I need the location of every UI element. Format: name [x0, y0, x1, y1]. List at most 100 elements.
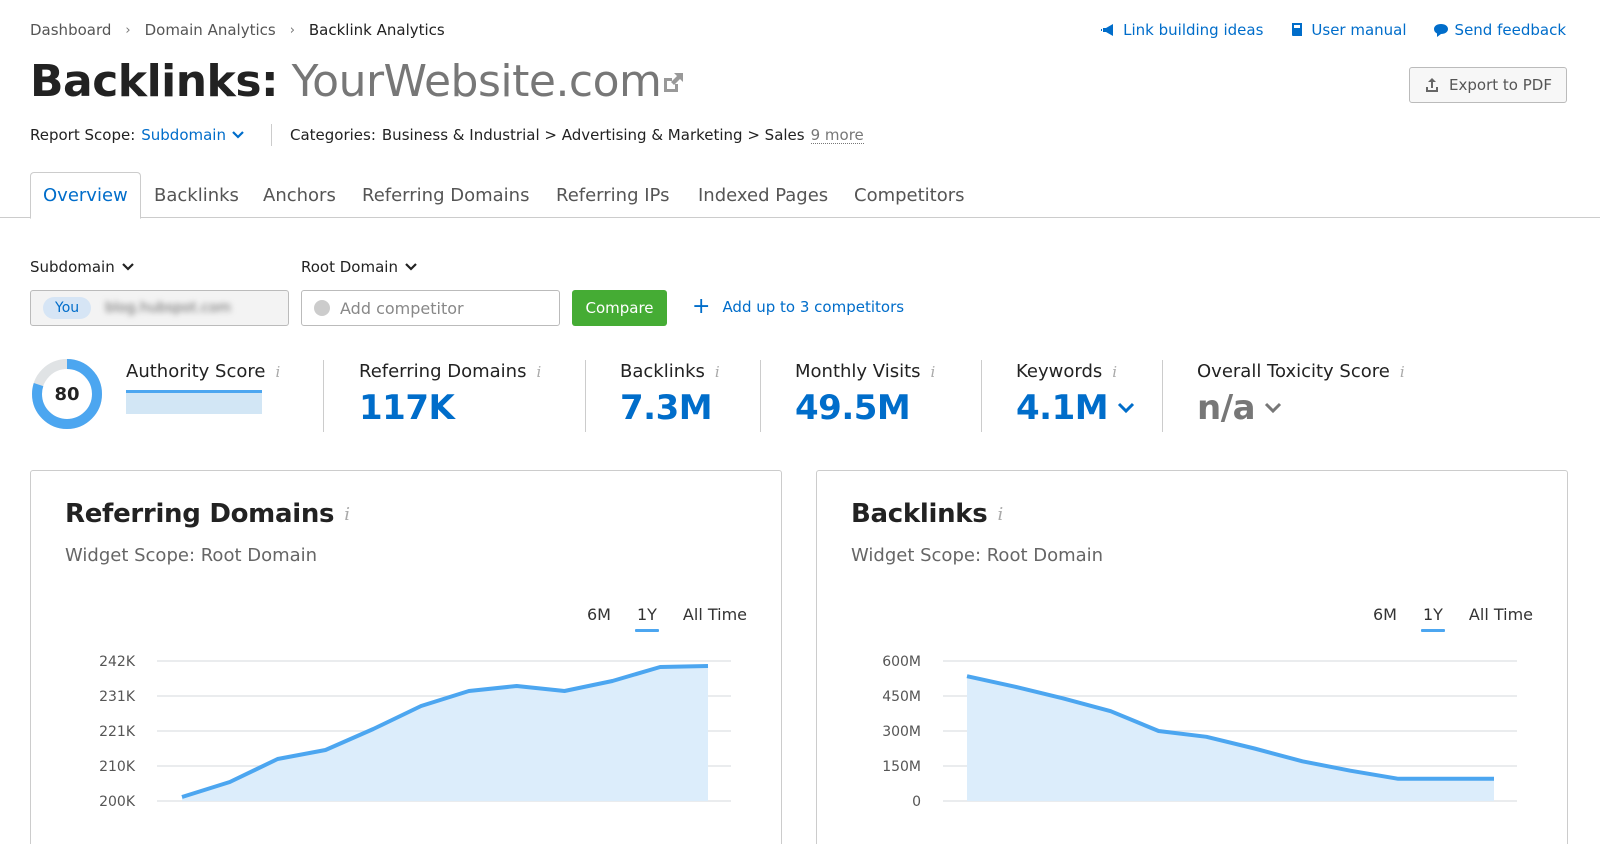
user-manual-link[interactable]: User manual: [1289, 21, 1407, 39]
page-title: Backlinks: YourWebsite.com: [30, 56, 662, 107]
send-feedback-link[interactable]: Send feedback: [1433, 21, 1566, 39]
megaphone-icon: [1101, 24, 1114, 36]
chevron-down-icon: [1265, 402, 1282, 414]
chevron-down-icon: [232, 131, 244, 139]
info-icon[interactable]: i: [275, 363, 280, 381]
monthly-visits-value[interactable]: 49.5M: [795, 388, 935, 428]
referring-domains-widget: Referring Domains i Widget Scope: Root Do…: [30, 470, 782, 844]
backlinks-widget: Backlinks i Widget Scope: Root Domain 6M …: [816, 470, 1568, 844]
export-to-pdf-button[interactable]: Export to PDF: [1409, 67, 1567, 103]
add-competitors-label: Add up to 3 competitors: [722, 298, 905, 316]
keywords-value: 4.1M: [1016, 388, 1109, 428]
report-scope-dropdown[interactable]: Subdomain: [141, 126, 245, 144]
tab-competitors[interactable]: Competitors: [854, 172, 965, 218]
tab-indexed-pages[interactable]: Indexed Pages: [698, 172, 828, 218]
info-icon[interactable]: i: [997, 504, 1003, 525]
y-tick-label: 0: [912, 794, 921, 810]
book-icon: [1292, 23, 1303, 36]
top-links: Link building ideas User manual Send fee…: [1101, 21, 1566, 39]
chevron-right-icon: ›: [125, 22, 131, 38]
info-icon[interactable]: i: [715, 363, 720, 381]
range-selector: 6M 1Y All Time: [587, 605, 747, 632]
chevron-right-icon: ›: [289, 22, 295, 38]
y-tick-label: 150M: [882, 759, 921, 775]
keywords-dropdown[interactable]: 4.1M: [1016, 388, 1136, 428]
info-icon[interactable]: i: [931, 363, 936, 381]
you-scope-selector[interactable]: Subdomain: [30, 258, 135, 276]
range-all-time[interactable]: All Time: [1469, 605, 1533, 632]
divider: [981, 360, 982, 432]
range-1y[interactable]: 1Y: [634, 605, 659, 632]
external-link-icon[interactable]: [660, 70, 686, 96]
divider: [1162, 360, 1163, 432]
speech-bubble-icon: [1433, 24, 1448, 37]
range-all-time[interactable]: All Time: [683, 605, 747, 632]
breadcrumb: Dashboard › Domain Analytics › Backlink …: [30, 21, 445, 39]
tab-anchors[interactable]: Anchors: [263, 172, 336, 218]
page-title-prefix: Backlinks:: [30, 56, 279, 107]
widget-title: Referring Domains: [65, 499, 335, 529]
upload-icon: [1426, 78, 1439, 92]
competitor-scope-selector[interactable]: Root Domain: [301, 258, 418, 276]
categories-value: Business & Industrial > Advertising & Ma…: [381, 126, 805, 144]
backlinks-label: Backlinks: [620, 361, 705, 382]
breadcrumb-dashboard[interactable]: Dashboard: [30, 21, 111, 39]
you-scope-value: Subdomain: [30, 258, 115, 276]
competitor-scope-value: Root Domain: [301, 258, 398, 276]
compare-button[interactable]: Compare: [572, 290, 667, 326]
referring-domains-value[interactable]: 117K: [359, 388, 541, 428]
info-icon[interactable]: i: [344, 504, 350, 525]
info-icon[interactable]: i: [536, 363, 541, 381]
y-tick-label: 221K: [99, 724, 136, 740]
toxicity-score-label: Overall Toxicity Score: [1197, 361, 1390, 382]
metrics-row: 80 Authority Score i Referring Domains i 1…: [0, 355, 1600, 435]
chevron-down-icon: [121, 263, 134, 271]
y-tick-label: 600M: [882, 654, 921, 670]
user-manual-label: User manual: [1311, 21, 1407, 39]
page-title-domain: YourWebsite.com: [291, 56, 662, 107]
metric-backlinks: Backlinks i 7.3M: [620, 355, 720, 428]
info-icon[interactable]: i: [1400, 363, 1405, 381]
competitor-input[interactable]: [340, 298, 540, 318]
toxicity-dropdown[interactable]: n/a: [1197, 388, 1405, 428]
y-tick-label: 242K: [99, 654, 136, 670]
range-6m[interactable]: 6M: [1373, 605, 1397, 632]
divider: [270, 124, 272, 146]
range-1y[interactable]: 1Y: [1420, 605, 1445, 632]
your-domain-field: You blog.hubspot.com: [30, 290, 289, 326]
tab-referring-ips[interactable]: Referring IPs: [556, 172, 669, 218]
chevron-down-icon: [1118, 402, 1135, 414]
report-scope-label: Report Scope:: [30, 126, 136, 144]
referring-domains-chart: 242K 231K 221K 210K 200K: [99, 654, 731, 810]
backlinks-chart: 600M 450M 300M 150M 0: [882, 654, 1517, 810]
add-competitors-link[interactable]: + Add up to 3 competitors: [692, 294, 905, 319]
info-icon[interactable]: i: [1112, 363, 1117, 381]
authority-score-value: 80: [54, 384, 79, 405]
divider: [585, 360, 586, 432]
metric-referring-domains: Referring Domains i 117K: [359, 355, 541, 428]
area-fill: [182, 666, 708, 801]
link-building-ideas-link[interactable]: Link building ideas: [1101, 21, 1263, 39]
plus-icon: +: [692, 294, 711, 319]
tab-referring-domains[interactable]: Referring Domains: [362, 172, 529, 218]
divider: [760, 360, 761, 432]
you-badge: You: [43, 297, 92, 319]
metric-authority-score: Authority Score i: [126, 355, 280, 414]
keywords-label: Keywords: [1016, 361, 1103, 382]
referring-domains-label: Referring Domains: [359, 361, 527, 382]
monthly-visits-label: Monthly Visits: [795, 361, 921, 382]
y-tick-label: 450M: [882, 689, 921, 705]
competitor-color-dot: [314, 300, 330, 316]
authority-score-trend: [126, 390, 262, 414]
authority-score-donut: 80: [32, 359, 102, 429]
tab-backlinks[interactable]: Backlinks: [154, 172, 239, 218]
more-categories-link[interactable]: 9 more: [810, 127, 864, 144]
competitor-field[interactable]: [301, 290, 560, 326]
widget-title: Backlinks: [851, 499, 988, 529]
range-6m[interactable]: 6M: [587, 605, 611, 632]
send-feedback-label: Send feedback: [1454, 21, 1566, 39]
tab-overview[interactable]: Overview: [30, 172, 141, 219]
backlinks-value[interactable]: 7.3M: [620, 388, 720, 428]
breadcrumb-domain-analytics[interactable]: Domain Analytics: [145, 21, 276, 39]
y-tick-label: 231K: [99, 689, 136, 705]
